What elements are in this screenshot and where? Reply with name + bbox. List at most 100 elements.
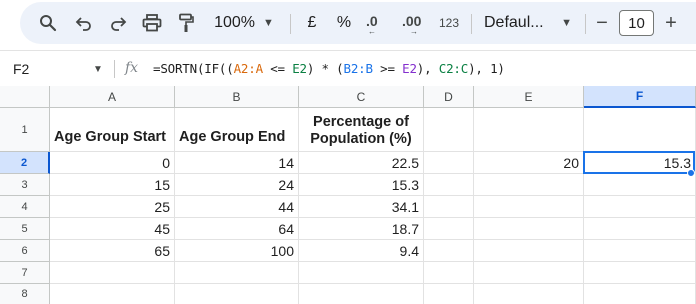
cell-a2[interactable]: 0: [50, 152, 175, 174]
redo-button[interactable]: [104, 2, 132, 44]
increase-font-size-button[interactable]: +: [660, 2, 682, 44]
cell-c1[interactable]: Percentage of Population (%): [299, 108, 424, 152]
search-icon: [39, 14, 57, 32]
cell-f7[interactable]: [584, 262, 696, 284]
cell-f6[interactable]: [584, 240, 696, 262]
cell-f8[interactable]: [584, 284, 696, 304]
cell-c3[interactable]: 15.3: [299, 174, 424, 196]
cell-a5[interactable]: 45: [50, 218, 175, 240]
formula-input[interactable]: =SORTN(IF((A2:A <= E2) * (B2:B >= E2), C…: [153, 61, 505, 76]
format-percent-button[interactable]: %: [332, 2, 356, 44]
row-header-1[interactable]: 1: [0, 108, 50, 152]
cell-d4[interactable]: [424, 196, 474, 218]
cell-e1[interactable]: [474, 108, 584, 152]
cell-e4[interactable]: [474, 196, 584, 218]
column-header-c[interactable]: C: [299, 86, 424, 108]
cell-b8[interactable]: [175, 284, 299, 304]
cell-d6[interactable]: [424, 240, 474, 262]
more-formats-label: 123: [438, 16, 460, 30]
cell-d8[interactable]: [424, 284, 474, 304]
cell-e2[interactable]: 20: [474, 152, 584, 174]
format-currency-button[interactable]: £: [300, 2, 324, 44]
currency-icon: £: [307, 14, 317, 31]
cell-a3[interactable]: 15: [50, 174, 175, 196]
redo-icon: [109, 14, 127, 32]
formula-bar: F2 ▼ fx =SORTN(IF((A2:A <= E2) * (B2:B >…: [0, 50, 696, 86]
column-header-b[interactable]: B: [175, 86, 299, 108]
cell-d5[interactable]: [424, 218, 474, 240]
cell-a1[interactable]: Age Group Start: [50, 108, 175, 152]
search-menus-button[interactable]: [34, 2, 62, 44]
cell-e8[interactable]: [474, 284, 584, 304]
decrease-font-size-button[interactable]: −: [591, 2, 613, 44]
more-formats-button[interactable]: 123: [436, 2, 462, 44]
increase-decimal-icon: .00 →: [402, 13, 422, 36]
cell-f1[interactable]: [584, 108, 696, 152]
column-header-a[interactable]: A: [50, 86, 175, 108]
formula-text: <=: [262, 61, 293, 76]
zoom-value: 100%: [214, 14, 256, 31]
cell-c2[interactable]: 22.5: [299, 152, 424, 174]
row-header-4[interactable]: 4: [0, 196, 50, 218]
cell-c8[interactable]: [299, 284, 424, 304]
cell-a8[interactable]: [50, 284, 175, 304]
formula-range-ref: A2:A: [233, 61, 264, 76]
row-header-2[interactable]: 2: [0, 152, 50, 174]
zoom-select[interactable]: 100% ▼: [210, 2, 278, 44]
cell-d3[interactable]: [424, 174, 474, 196]
cell-f3[interactable]: [584, 174, 696, 196]
row-header-3[interactable]: 3: [0, 174, 50, 196]
formula-text: >=: [372, 61, 403, 76]
toolbar: 100% ▼ £ % .0 ← .00 → 123 Defaul... ▼ − …: [0, 0, 696, 50]
font-family-select[interactable]: Defaul... ▼: [480, 2, 576, 44]
cell-d1[interactable]: [424, 108, 474, 152]
cell-d7[interactable]: [424, 262, 474, 284]
row-header-5[interactable]: 5: [0, 218, 50, 240]
cell-a6[interactable]: 65: [50, 240, 175, 262]
formula-text: =SORTN(IF((: [153, 61, 234, 76]
select-all-corner[interactable]: [0, 86, 50, 108]
cell-f5[interactable]: [584, 218, 696, 240]
cell-b7[interactable]: [175, 262, 299, 284]
cell-b4[interactable]: 44: [175, 196, 299, 218]
formula-range-ref: C2:C: [438, 61, 469, 76]
paint-roller-icon: [178, 13, 194, 33]
chevron-down-icon: ▼: [263, 17, 274, 29]
increase-decimal-button[interactable]: .00 →: [400, 2, 432, 44]
row-header-6[interactable]: 6: [0, 240, 50, 262]
font-size-input[interactable]: 10: [619, 10, 654, 36]
cell-b1[interactable]: Age Group End: [175, 108, 299, 152]
undo-button[interactable]: [70, 2, 98, 44]
chevron-down-icon[interactable]: ▼: [93, 64, 103, 75]
cell-e5[interactable]: [474, 218, 584, 240]
row-header-8[interactable]: 8: [0, 284, 50, 304]
cell-b6[interactable]: 100: [175, 240, 299, 262]
column-header-e[interactable]: E: [474, 86, 584, 108]
cell-b3[interactable]: 24: [175, 174, 299, 196]
formula-text: ),: [416, 61, 439, 76]
cell-b2[interactable]: 14: [175, 152, 299, 174]
toolbar-divider: [471, 14, 472, 34]
print-button[interactable]: [138, 2, 166, 44]
cell-d2[interactable]: [424, 152, 474, 174]
cell-f4[interactable]: [584, 196, 696, 218]
cell-f2[interactable]: 15.3: [584, 152, 696, 174]
row-header-7[interactable]: 7: [0, 262, 50, 284]
cell-e7[interactable]: [474, 262, 584, 284]
cell-c7[interactable]: [299, 262, 424, 284]
cell-e6[interactable]: [474, 240, 584, 262]
column-header-d[interactable]: D: [424, 86, 474, 108]
column-header-f[interactable]: F: [584, 86, 696, 108]
cell-a7[interactable]: [50, 262, 175, 284]
fill-handle[interactable]: [687, 169, 695, 177]
cell-a4[interactable]: 25: [50, 196, 175, 218]
cell-c4[interactable]: 34.1: [299, 196, 424, 218]
cell-c6[interactable]: 9.4: [299, 240, 424, 262]
decrease-decimal-button[interactable]: .0 ←: [364, 2, 392, 44]
formula-text: ), 1): [468, 61, 505, 76]
cell-b5[interactable]: 64: [175, 218, 299, 240]
cell-c5[interactable]: 18.7: [299, 218, 424, 240]
paint-format-button[interactable]: [172, 2, 200, 44]
undo-icon: [75, 14, 93, 32]
cell-e3[interactable]: [474, 174, 584, 196]
